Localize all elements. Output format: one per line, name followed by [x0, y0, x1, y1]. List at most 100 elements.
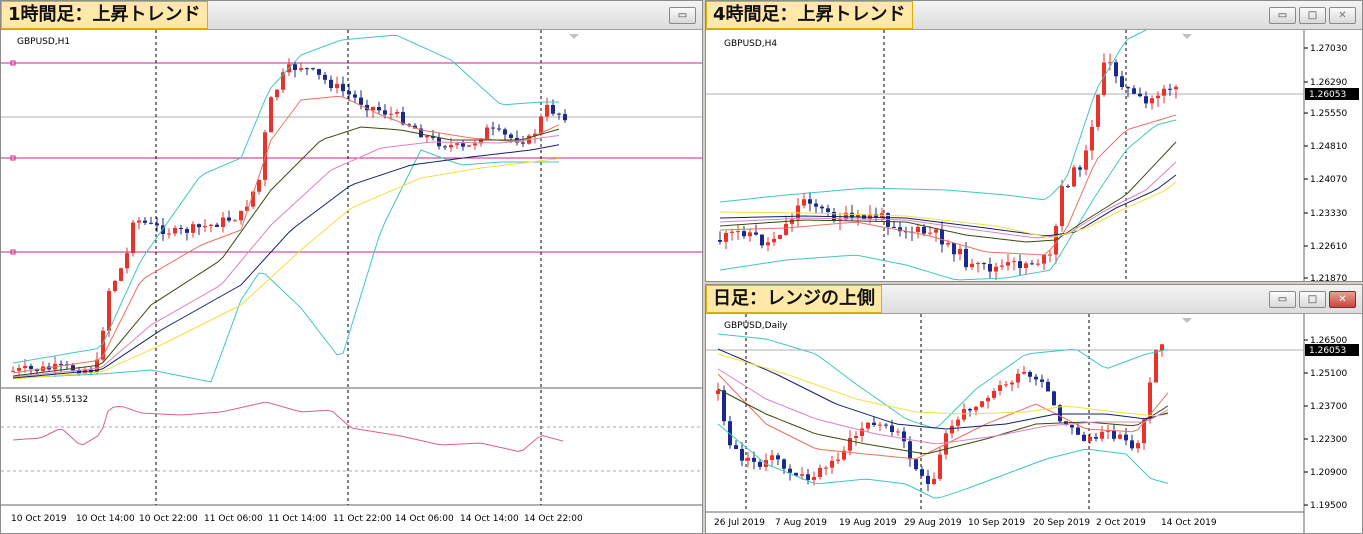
daily-candle-56	[1052, 390, 1056, 406]
h1-candle-51	[317, 68, 321, 80]
h1-candle-29	[185, 226, 189, 241]
daily-candle-50	[1016, 368, 1020, 388]
h4-candle-33	[916, 223, 920, 239]
daily-candle-54	[1040, 374, 1044, 388]
h1-chart-canvas[interactable]: GBPUSD,H1 RSI(14) 55.5132 10 Oct 2019 10 …	[1, 30, 702, 533]
daily-candle-22	[848, 430, 852, 456]
h4-candle-74	[1162, 85, 1166, 104]
h4-price-label-4: 1.24070	[1310, 175, 1347, 185]
h4-price-label-2: 1.25550	[1310, 109, 1347, 119]
daily-ema-red	[717, 373, 1169, 460]
h1-candle-22	[143, 217, 147, 225]
minimize-button[interactable]: ▭	[1269, 7, 1296, 24]
h1-candle-44	[275, 89, 279, 101]
daily-time-label-7: 14 Oct 2019	[1161, 518, 1217, 528]
h1-time-label-6: 14 Oct 06:00	[395, 514, 454, 524]
h1-candle-28	[179, 224, 183, 235]
h4-candle-37	[940, 221, 944, 253]
h1-candle-77	[473, 139, 477, 150]
daily-chart-canvas[interactable]: GBPUSD,Daily 1.26500 1.25100 1.23700 1.2230…	[706, 314, 1362, 533]
minimize-button[interactable]: ▭	[669, 7, 696, 24]
daily-candle-65	[1106, 425, 1110, 439]
close-button[interactable]: ✕	[1329, 291, 1356, 308]
daily-price-label-5: 1.19500	[1310, 501, 1347, 511]
h4-candle-5	[748, 228, 752, 242]
daily-candle-37	[938, 447, 942, 482]
h4-candle-31	[904, 226, 908, 239]
maximize-button[interactable]: □	[1299, 291, 1326, 308]
daily-chart-svg[interactable]: GBPUSD,Daily 1.265001.251001.237001.2230…	[706, 314, 1362, 533]
h1-candle-0	[11, 366, 15, 372]
h1-time-label-7: 14 Oct 14:00	[460, 514, 519, 524]
h4-candle-67	[1120, 70, 1124, 90]
daily-candle-17	[818, 464, 822, 480]
h4-shift-marker-icon	[1182, 34, 1192, 39]
daily-candle-49	[1010, 380, 1014, 392]
daily-title-bar[interactable]: 日足：レンジの上側 ▭ □ ✕	[706, 285, 1362, 314]
daily-candle-45	[986, 395, 990, 409]
h1-candle-26	[167, 228, 171, 239]
h1-time-label-8: 14 Oct 22:00	[524, 514, 583, 524]
h4-chart-svg[interactable]: GBPUSD,H4 1.27030 1.26290 1.25550 1.24810 1.…	[706, 29, 1362, 281]
h1-shift-marker-icon	[569, 34, 579, 39]
daily-chart-window: 日足：レンジの上側 ▭ □ ✕ GBPUSD,Daily 1.26500 1.25…	[705, 284, 1363, 534]
daily-candle-67	[1118, 432, 1122, 440]
daily-candle-19	[830, 456, 834, 474]
h1-time-label-2: 10 Oct 22:00	[139, 514, 198, 524]
h1-chart-svg[interactable]: GBPUSD,H1 RSI(14) 55.5132 10 Oct 2019 10 …	[1, 30, 702, 533]
h1-candle-21	[137, 217, 141, 230]
h4-window-title: 4時間足：上昇トレンド	[706, 1, 913, 29]
h1-candle-17	[113, 279, 117, 293]
daily-candle-66	[1112, 424, 1116, 442]
h4-candle-60	[1078, 165, 1082, 177]
h1-bb-lower	[12, 149, 559, 383]
daily-candle-41	[962, 403, 966, 422]
h1-title-bar[interactable]: 1時間足：上昇トレンド ▭	[1, 1, 702, 30]
h1-ema-yellow	[12, 158, 560, 380]
daily-candle-48	[1004, 381, 1008, 388]
h4-chart-window: 4時間足：上昇トレンド ▭ □ ✕ GBPUSD,H4 1.27030 1.262…	[705, 0, 1363, 282]
daily-candle-28	[884, 423, 888, 429]
h4-candle-1	[724, 230, 728, 250]
minimize-button[interactable]: ▭	[1269, 291, 1296, 308]
h1-candle-36	[227, 210, 231, 223]
daily-candle-25	[866, 421, 870, 432]
h1-candle-38	[239, 210, 243, 225]
h4-candle-61	[1084, 144, 1088, 176]
h4-candle-46	[994, 262, 998, 281]
h4-candle-2	[730, 228, 734, 241]
h4-candle-58	[1066, 184, 1070, 189]
h1-candle-23	[149, 216, 153, 225]
close-button[interactable]: ✕	[1329, 7, 1356, 24]
h1-candle-20	[131, 219, 135, 257]
h1-candle-43	[269, 95, 273, 133]
h1-candle-55	[341, 76, 345, 97]
h1-candle-79	[485, 124, 489, 140]
h1-candle-52	[323, 71, 327, 85]
maximize-button[interactable]: □	[1299, 7, 1326, 24]
h1-candle-64	[395, 109, 399, 118]
h4-candle-54	[1042, 254, 1046, 271]
h4-candle-4	[742, 226, 746, 240]
daily-time-label-5: 20 Sep 2019	[1033, 518, 1090, 528]
h1-candle-37	[233, 218, 237, 222]
h4-candle-48	[1006, 254, 1010, 271]
h4-candle-50	[1018, 254, 1022, 276]
daily-candle-10	[776, 452, 780, 466]
daily-price-label-4: 1.20900	[1310, 468, 1347, 478]
h1-time-label-0: 10 Oct 2019	[11, 514, 67, 524]
h4-candle-23	[856, 209, 860, 226]
h4-candle-0	[718, 231, 722, 245]
daily-candle-52	[1028, 370, 1032, 383]
h4-chart-canvas[interactable]: GBPUSD,H4 1.27030 1.26290 1.25550 1.24810 1.…	[706, 29, 1362, 281]
daily-candle-9	[770, 449, 774, 467]
h1-time-label-5: 11 Oct 22:00	[333, 514, 392, 524]
h4-title-bar[interactable]: 4時間足：上昇トレンド ▭ □ ✕	[706, 1, 1362, 30]
daily-candle-33	[914, 458, 918, 472]
daily-candle-42	[968, 407, 972, 417]
daily-candle-0	[716, 382, 720, 401]
minimize-icon: ▭	[1277, 293, 1288, 305]
h1-candle-68	[419, 124, 423, 138]
daily-candle-73	[1154, 349, 1158, 383]
h1-candle-82	[503, 127, 507, 141]
